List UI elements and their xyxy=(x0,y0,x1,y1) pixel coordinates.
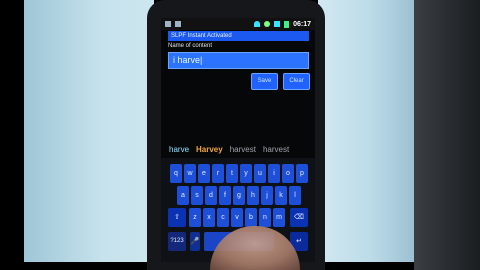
keyboard-row-3: ⇧ z x c v b n m ⌫ xyxy=(161,208,315,227)
key-j[interactable]: j xyxy=(261,186,273,205)
key-d[interactable]: d xyxy=(205,186,217,205)
key-x[interactable]: x xyxy=(203,208,215,227)
status-bar: 06:17 xyxy=(161,18,315,30)
app-title-bar: SLPF Instant Activated xyxy=(168,31,309,41)
key-k[interactable]: k xyxy=(275,186,287,205)
key-z[interactable]: z xyxy=(189,208,201,227)
suggestion-item[interactable]: harvest xyxy=(263,145,289,154)
clear-button[interactable]: Clear xyxy=(283,73,310,90)
suggestion-strip: harve Harvey harvest harvest xyxy=(161,142,315,156)
key-f[interactable]: f xyxy=(219,186,231,205)
key-p[interactable]: p xyxy=(296,164,308,183)
wifi-icon xyxy=(254,21,261,27)
background-monitor-left xyxy=(24,0,154,262)
keyboard-row-2: a s d f g h j k l xyxy=(161,186,315,205)
status-time: 06:17 xyxy=(293,20,311,28)
key-u[interactable]: u xyxy=(254,164,266,183)
suggestion-item[interactable]: harvest xyxy=(230,145,256,154)
key-r[interactable]: r xyxy=(212,164,224,183)
suggestion-item[interactable]: harve xyxy=(169,145,189,154)
key-q[interactable]: q xyxy=(170,164,182,183)
key-v[interactable]: v xyxy=(231,208,243,227)
save-button[interactable]: Save xyxy=(251,73,278,90)
key-n[interactable]: n xyxy=(259,208,271,227)
key-t[interactable]: t xyxy=(226,164,238,183)
suggestion-item[interactable]: Harvey xyxy=(196,145,223,154)
content-name-label: Name of content xyxy=(168,43,213,49)
background-monitor-right xyxy=(318,0,414,262)
key-s[interactable]: s xyxy=(191,186,203,205)
key-y[interactable]: y xyxy=(240,164,252,183)
alarm-icon xyxy=(264,21,271,27)
background-stand xyxy=(414,0,480,270)
key-g[interactable]: g xyxy=(233,186,245,205)
key-w[interactable]: w xyxy=(184,164,196,183)
mic-key[interactable]: 🎤 xyxy=(190,232,200,251)
delete-key[interactable]: ⌫ xyxy=(290,208,308,227)
key-m[interactable]: m xyxy=(273,208,285,227)
keyboard-row-1: q w e r t y u i o p xyxy=(161,164,315,183)
key-l[interactable]: l xyxy=(289,186,301,205)
key-h[interactable]: h xyxy=(247,186,259,205)
shift-key[interactable]: ⇧ xyxy=(168,208,186,227)
battery-icon xyxy=(284,20,290,28)
phone-screen: 06:17 SLPF Instant Activated Name of con… xyxy=(161,18,315,262)
key-b[interactable]: b xyxy=(245,208,257,227)
signal-icon xyxy=(274,21,281,27)
key-e[interactable]: e xyxy=(198,164,210,183)
key-i[interactable]: i xyxy=(268,164,280,183)
usb-icon xyxy=(165,21,171,27)
notification-icon xyxy=(175,21,181,27)
key-o[interactable]: o xyxy=(282,164,294,183)
video-frame: 06:17 SLPF Instant Activated Name of con… xyxy=(0,0,480,270)
symbols-key[interactable]: ?123 xyxy=(168,232,186,251)
key-c[interactable]: c xyxy=(217,208,229,227)
content-name-input[interactable]: i harve| xyxy=(168,52,309,69)
key-a[interactable]: a xyxy=(177,186,189,205)
